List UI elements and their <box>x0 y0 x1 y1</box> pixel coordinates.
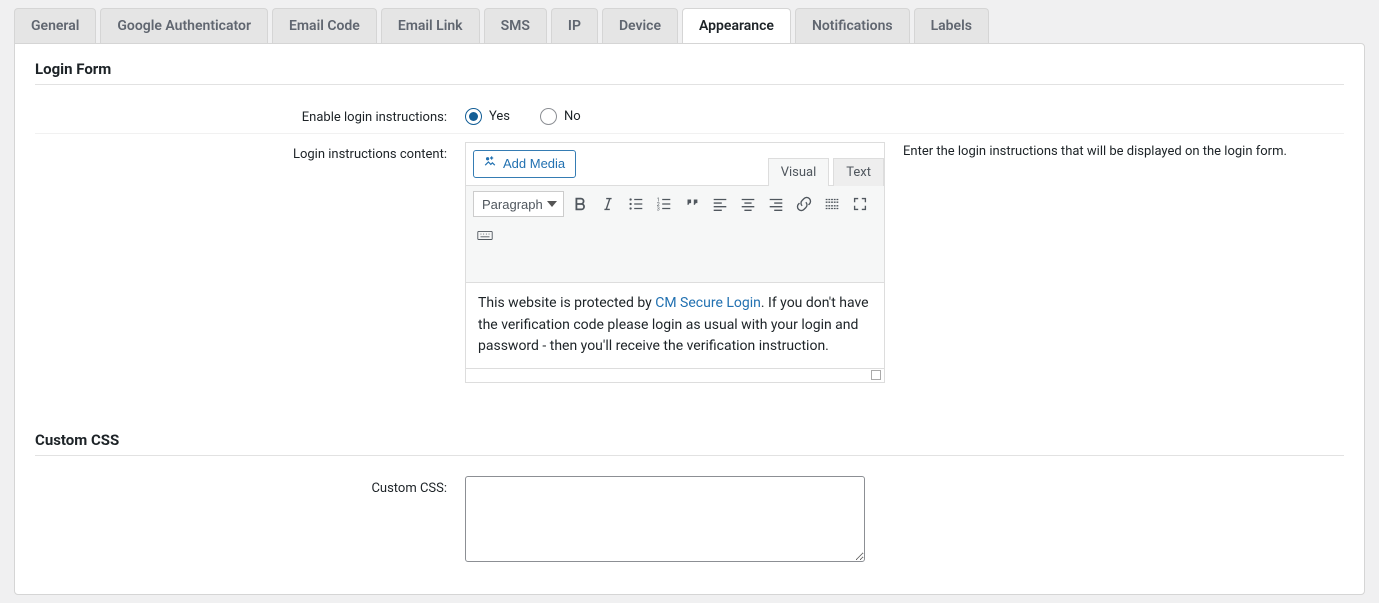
blockquote-icon[interactable] <box>680 192 704 216</box>
editor-mode-tabs: Visual Text <box>768 157 884 185</box>
custom-css-label: Custom CSS: <box>35 476 465 562</box>
custom-css-textarea[interactable] <box>465 476 865 562</box>
bold-icon[interactable] <box>568 192 592 216</box>
radio-no-input[interactable] <box>540 108 557 125</box>
editor-resize-handle[interactable] <box>465 369 885 383</box>
read-more-icon[interactable] <box>820 192 844 216</box>
tab-email-link[interactable]: Email Link <box>381 8 480 43</box>
align-left-icon[interactable] <box>708 192 732 216</box>
instructions-help-text: Enter the login instructions that will b… <box>885 142 1287 159</box>
fullscreen-icon[interactable] <box>848 192 872 216</box>
tab-google-authenticator[interactable]: Google Authenticator <box>100 8 268 43</box>
settings-panel: Login Form Enable login instructions: Ye… <box>14 43 1365 595</box>
editor-tab-text[interactable]: Text <box>833 158 884 186</box>
radio-yes-label: Yes <box>489 109 510 124</box>
tab-notifications[interactable]: Notifications <box>795 8 910 43</box>
section-login-form-title: Login Form <box>35 60 1344 85</box>
italic-icon[interactable] <box>596 192 620 216</box>
editor-text-prefix: This website is protected by <box>478 295 655 311</box>
keyboard-icon[interactable] <box>473 223 497 247</box>
tab-general[interactable]: General <box>14 8 96 43</box>
section-custom-css-title: Custom CSS <box>35 431 1344 456</box>
enable-instructions-radio-group: Yes No <box>465 105 581 125</box>
add-media-button[interactable]: Add Media <box>473 150 576 178</box>
row-custom-css: Custom CSS: <box>35 468 1344 570</box>
instructions-content-label: Login instructions content: <box>35 142 465 383</box>
row-instructions-content: Login instructions content: Add Media Vi… <box>35 134 1344 391</box>
tab-sms[interactable]: SMS <box>484 8 547 43</box>
settings-tabs: General Google Authenticator Email Code … <box>14 8 1365 43</box>
editor-link[interactable]: CM Secure Login <box>655 295 761 311</box>
bullet-list-icon[interactable] <box>624 192 648 216</box>
radio-yes[interactable]: Yes <box>465 108 510 125</box>
add-media-label: Add Media <box>503 156 565 171</box>
align-right-icon[interactable] <box>764 192 788 216</box>
paragraph-select[interactable]: Paragraph <box>473 191 564 217</box>
radio-yes-input[interactable] <box>465 108 482 125</box>
number-list-icon[interactable]: 123 <box>652 192 676 216</box>
radio-no-label: No <box>564 109 581 124</box>
editor-wrap: Add Media Visual Text Paragraph 123 <box>465 142 885 383</box>
editor-toolbar: Paragraph 123 <box>465 185 885 283</box>
tab-ip[interactable]: IP <box>551 8 598 43</box>
row-enable-instructions: Enable login instructions: Yes No <box>35 97 1344 134</box>
tab-appearance[interactable]: Appearance <box>682 8 791 43</box>
media-icon <box>482 154 498 173</box>
align-center-icon[interactable] <box>736 192 760 216</box>
radio-no[interactable]: No <box>540 108 581 125</box>
editor-tab-visual[interactable]: Visual <box>768 158 830 186</box>
tab-device[interactable]: Device <box>602 8 678 43</box>
tab-labels[interactable]: Labels <box>914 8 989 43</box>
editor-content-area[interactable]: This website is protected by CM Secure L… <box>465 283 885 369</box>
editor-top-bar: Add Media Visual Text <box>465 142 885 185</box>
link-icon[interactable] <box>792 192 816 216</box>
enable-instructions-label: Enable login instructions: <box>35 105 465 125</box>
svg-text:3: 3 <box>657 206 660 212</box>
tab-email-code[interactable]: Email Code <box>272 8 377 43</box>
